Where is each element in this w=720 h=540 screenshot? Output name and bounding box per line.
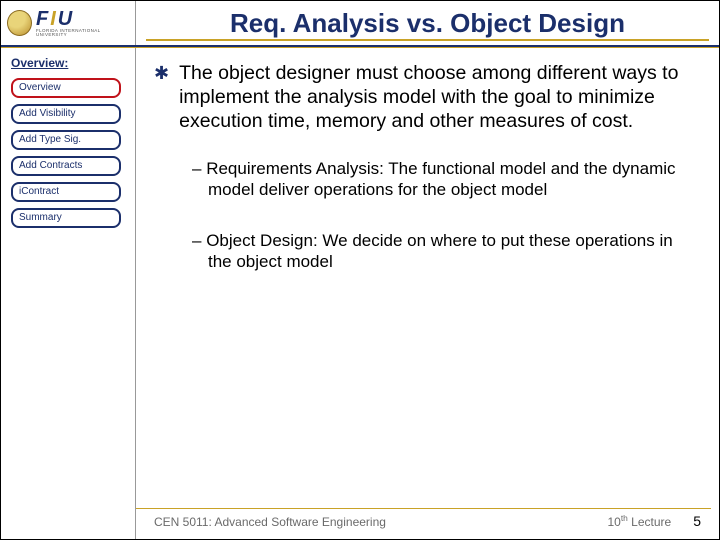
sub-bullet-1: Requirements Analysis: The functional mo…: [192, 159, 691, 200]
page-title: Req. Analysis vs. Object Design: [230, 8, 625, 39]
page-number: 5: [693, 513, 701, 529]
snowflake-icon: ✱: [154, 62, 169, 133]
seal-icon: [7, 10, 32, 36]
footer-course: CEN 5011: Advanced Software Engineering: [154, 515, 607, 529]
logo-letter-u: U: [58, 9, 74, 29]
slide: F I U FLORIDA INTERNATIONAL UNIVERSITY R…: [0, 0, 720, 540]
main-bullet-text: The object designer must choose among di…: [179, 62, 691, 133]
sidebar-item-summary[interactable]: Summary: [11, 208, 121, 228]
content: ✱ The object designer must choose among …: [136, 48, 719, 539]
sidebar-item-add-type-sig[interactable]: Add Type Sig.: [11, 130, 121, 150]
footer: CEN 5011: Advanced Software Engineering …: [136, 513, 719, 529]
footer-rule: [136, 508, 711, 509]
lecture-ordinal: th: [621, 513, 628, 523]
sub-bullets: Requirements Analysis: The functional mo…: [154, 159, 691, 272]
lecture-number: 10: [607, 515, 620, 529]
logo-letter-f: F: [36, 9, 50, 29]
header: F I U FLORIDA INTERNATIONAL UNIVERSITY R…: [1, 1, 719, 47]
sidebar-heading: Overview:: [11, 56, 125, 70]
logo-letter-i: I: [50, 9, 58, 29]
sidebar-item-overview[interactable]: Overview: [11, 78, 121, 98]
logo-text: F I U FLORIDA INTERNATIONAL UNIVERSITY: [36, 9, 129, 38]
sidebar: Overview: Overview Add Visibility Add Ty…: [1, 48, 136, 539]
sidebar-item-icontract[interactable]: iContract: [11, 182, 121, 202]
footer-lecture: 10th Lecture: [607, 513, 671, 529]
title-area: Req. Analysis vs. Object Design: [136, 1, 719, 45]
lecture-word: Lecture: [628, 515, 671, 529]
sub-bullet-2: Object Design: We decide on where to put…: [192, 231, 691, 272]
logo-subtitle: FLORIDA INTERNATIONAL UNIVERSITY: [36, 29, 129, 38]
main-bullet: ✱ The object designer must choose among …: [154, 62, 691, 133]
body: Overview: Overview Add Visibility Add Ty…: [1, 48, 719, 539]
logo: F I U FLORIDA INTERNATIONAL UNIVERSITY: [1, 1, 136, 45]
sidebar-item-add-visibility[interactable]: Add Visibility: [11, 104, 121, 124]
sidebar-item-add-contracts[interactable]: Add Contracts: [11, 156, 121, 176]
title-underline: [146, 39, 709, 41]
